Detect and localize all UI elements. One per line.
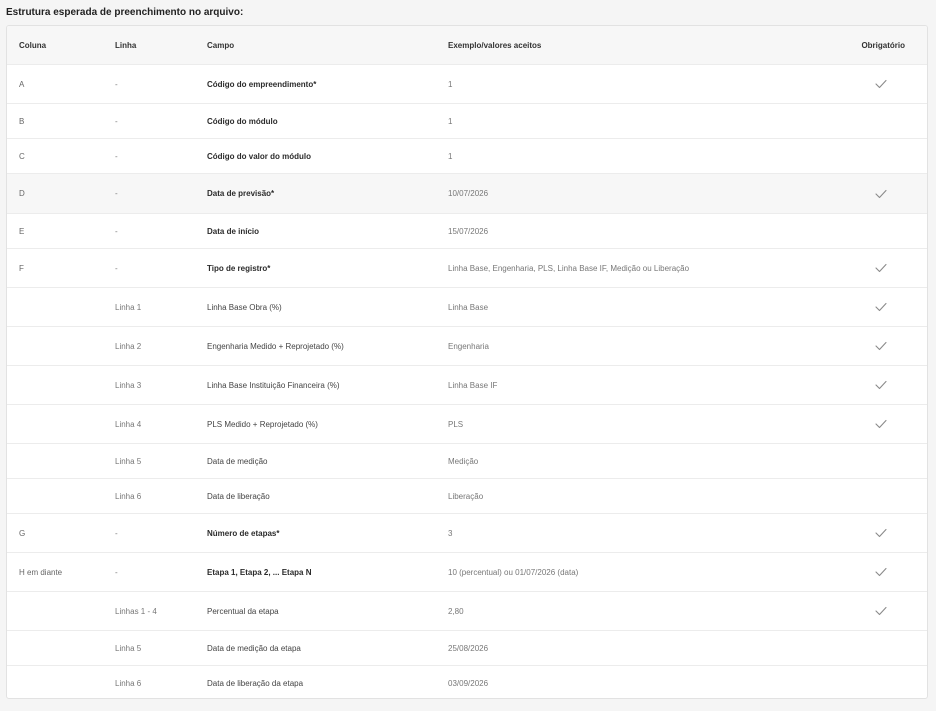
table-row: Linha 4 PLS Medido + Reprojetado (%) PLS bbox=[7, 405, 927, 444]
cell-coluna: D bbox=[19, 189, 25, 198]
check-icon bbox=[875, 79, 887, 89]
cell-exemplo: 15/07/2026 bbox=[448, 226, 489, 236]
check-icon bbox=[875, 341, 887, 351]
cell-exemplo: Linha Base bbox=[448, 302, 489, 312]
cell-linha: Linha 4 bbox=[115, 419, 142, 429]
header-campo: Campo bbox=[207, 40, 235, 50]
cell-linha: Linha 3 bbox=[115, 380, 142, 390]
cell-campo: Data de liberação bbox=[207, 491, 270, 501]
table-header: Coluna Linha Campo Exemplo/valores aceit… bbox=[7, 26, 927, 65]
cell-linha: - bbox=[115, 263, 118, 273]
cell-campo: Linha Base Obra (%) bbox=[207, 302, 282, 312]
cell-coluna: H em diante bbox=[19, 567, 63, 577]
cell-linha: - bbox=[115, 151, 118, 161]
cell-coluna: C bbox=[19, 151, 25, 161]
cell-coluna: A bbox=[19, 79, 25, 89]
cell-coluna: B bbox=[19, 116, 25, 126]
table-row: Linha 5 Data de medição da etapa 25/08/202… bbox=[7, 631, 927, 666]
check-icon bbox=[875, 380, 887, 390]
cell-coluna: G bbox=[19, 528, 26, 538]
cell-exemplo: 25/08/2026 bbox=[448, 643, 489, 653]
header-coluna: Coluna bbox=[19, 40, 47, 50]
check-icon bbox=[875, 567, 887, 577]
table-row: Linha 1 Linha Base Obra (%) Linha Base bbox=[7, 288, 927, 327]
cell-linha: Linha 1 bbox=[115, 302, 142, 312]
cell-campo: Data de liberação da etapa bbox=[207, 679, 304, 688]
cell-linha: - bbox=[115, 567, 118, 577]
cell-linha: - bbox=[115, 528, 118, 538]
header-obrigatorio: Obrigatório bbox=[861, 40, 905, 50]
table-row: Linha 6 Data de liberação da etapa 03/09/2… bbox=[7, 666, 927, 698]
check-icon bbox=[875, 528, 887, 538]
table-row: Linha 3 Linha Base Instituição Financeira… bbox=[7, 366, 927, 405]
table-row: C - Código do valor do módulo 1 bbox=[7, 139, 927, 174]
cell-linha: - bbox=[115, 116, 118, 126]
cell-linha: - bbox=[115, 226, 118, 236]
cell-campo: Etapa 1, Etapa 2, ... Etapa N bbox=[207, 567, 312, 577]
cell-exemplo: Medição bbox=[448, 456, 479, 466]
table-row: A - Código do empreendimento* 1 bbox=[7, 65, 927, 104]
cell-linha: Linha 5 bbox=[115, 643, 142, 653]
header-linha: Linha bbox=[115, 40, 137, 50]
header-exemplo: Exemplo/valores aceitos bbox=[448, 40, 542, 50]
table-row: F - Tipo de registro* Linha Base, Engenhari… bbox=[7, 249, 927, 288]
table-row: Linha 2 Engenharia Medido + Reprojetado (… bbox=[7, 327, 927, 366]
cell-coluna: F bbox=[19, 263, 24, 273]
cell-campo: Data de início bbox=[207, 226, 260, 236]
cell-coluna: E bbox=[19, 226, 25, 236]
check-icon bbox=[875, 189, 887, 199]
table-row: E - Data de início 15/07/2026 bbox=[7, 214, 927, 249]
section-title: Estrutura esperada de preenchimento no a… bbox=[6, 7, 244, 18]
table-body: A - Código do empreendimento* 1 B - Código do … bbox=[7, 65, 927, 698]
cell-campo: PLS Medido + Reprojetado (%) bbox=[207, 419, 318, 429]
cell-campo: Engenharia Medido + Reprojetado (%) bbox=[207, 341, 344, 351]
cell-campo: Número de etapas* bbox=[207, 528, 280, 538]
cell-linha: - bbox=[115, 189, 118, 198]
cell-linha: Linhas 1 - 4 bbox=[115, 606, 157, 616]
table-row: D - Data de previsão* 10/07/2026 bbox=[7, 174, 927, 214]
table-row: Linha 6 Data de liberação Liberação bbox=[7, 479, 927, 514]
cell-campo: Código do empreendimento* bbox=[207, 79, 317, 89]
cell-campo: Data de medição bbox=[207, 456, 268, 466]
table-row: Linha 5 Data de medição Medição bbox=[7, 444, 927, 479]
cell-campo: Linha Base Instituição Financeira (%) bbox=[207, 380, 340, 390]
cell-campo: Data de medição da etapa bbox=[207, 643, 301, 653]
cell-exemplo: 1 bbox=[448, 79, 453, 89]
table-row: H em diante - Etapa 1, Etapa 2, ... Etapa … bbox=[7, 553, 927, 592]
cell-linha: Linha 5 bbox=[115, 456, 142, 466]
cell-linha: Linha 6 bbox=[115, 491, 142, 501]
cell-campo: Tipo de registro* bbox=[207, 263, 271, 273]
cell-campo: Data de previsão* bbox=[207, 189, 275, 198]
cell-exemplo: Linha Base IF bbox=[448, 380, 498, 390]
cell-campo: Código do módulo bbox=[207, 116, 278, 126]
cell-exemplo: Engenharia bbox=[448, 341, 489, 351]
cell-exemplo: Linha Base, Engenharia, PLS, Linha Base … bbox=[448, 263, 690, 273]
table-row: Linhas 1 - 4 Percentual da etapa 2,80 bbox=[7, 592, 927, 631]
cell-campo: Código do valor do módulo bbox=[207, 151, 311, 161]
cell-exemplo: 1 bbox=[448, 151, 453, 161]
cell-exemplo: 10/07/2026 bbox=[448, 189, 489, 198]
check-icon bbox=[875, 606, 887, 616]
cell-linha: Linha 6 bbox=[115, 679, 142, 688]
table-row: G - Número de etapas* 3 bbox=[7, 514, 927, 553]
page: Estrutura esperada de preenchimento no a… bbox=[0, 0, 936, 711]
check-icon bbox=[875, 302, 887, 312]
cell-exemplo: 1 bbox=[448, 116, 453, 126]
cell-exemplo: 3 bbox=[448, 528, 453, 538]
fields-table: Coluna Linha Campo Exemplo/valores aceit… bbox=[6, 25, 928, 699]
cell-exemplo: Liberação bbox=[448, 491, 484, 501]
cell-linha: Linha 2 bbox=[115, 341, 142, 351]
cell-exemplo: 03/09/2026 bbox=[448, 679, 489, 688]
cell-linha: - bbox=[115, 79, 118, 89]
cell-campo: Percentual da etapa bbox=[207, 606, 279, 616]
cell-exemplo: 2,80 bbox=[448, 606, 464, 616]
table-row: B - Código do módulo 1 bbox=[7, 104, 927, 139]
check-icon bbox=[875, 419, 887, 429]
cell-exemplo: 10 (percentual) ou 01/07/2026 (data) bbox=[448, 567, 579, 577]
cell-exemplo: PLS bbox=[448, 419, 464, 429]
check-icon bbox=[875, 263, 887, 273]
